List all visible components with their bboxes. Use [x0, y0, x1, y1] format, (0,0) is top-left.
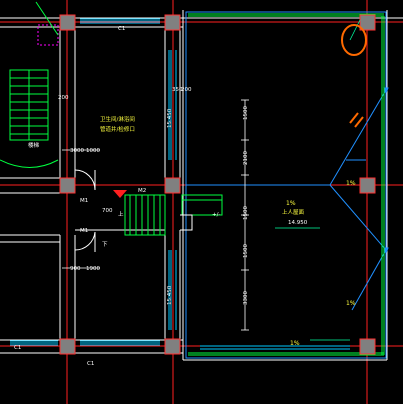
window-tag-bottom-left: C1	[14, 345, 21, 351]
door-tag-b: M1	[80, 228, 88, 234]
column-b2	[164, 177, 181, 194]
column-b1	[164, 14, 181, 31]
room-a-line1: 卫生间/淋浴间	[100, 115, 135, 123]
dim-e: 200	[181, 87, 192, 93]
cross-mark: +/-	[212, 212, 220, 218]
window-tag-top: C1	[118, 26, 125, 32]
dim-l: 1500	[243, 244, 249, 258]
dim-i: 2100	[243, 151, 249, 165]
floor-label: 楼梯	[28, 141, 40, 149]
column-b3	[164, 338, 181, 355]
dim-d: 200	[58, 95, 69, 101]
roof-slope-label: 1%	[286, 200, 296, 207]
door-tag-c: M2	[138, 188, 146, 194]
column-a3	[59, 338, 76, 355]
slope-mark-bot: 1%	[346, 300, 356, 307]
slope-mark-top: 1%	[346, 180, 356, 187]
room-tag-mid: 15.450	[167, 285, 173, 305]
stair-down: 下	[102, 241, 108, 248]
dim-c: 700	[102, 208, 113, 214]
door-tag-a: M1	[80, 198, 88, 204]
slope-mark-mid: 1%	[290, 340, 300, 347]
room-a-line2: 管道井/检修口	[100, 125, 135, 133]
dim-k: 1900	[86, 266, 100, 272]
dim-b: 1000	[86, 148, 100, 154]
dim-g: 900	[70, 266, 81, 272]
room-tag-top: 15.450	[167, 108, 173, 128]
dim-j: 1500	[243, 206, 249, 220]
stair-up: 上	[118, 210, 124, 218]
roof-elevation: 14.950	[288, 220, 308, 226]
cad-drawing-canvas: 卫生间/淋浴间 管道井/检修口 1% 上人屋面 14.950 C1 C1 C1 …	[0, 0, 403, 404]
dim-h: 1500	[243, 106, 249, 120]
roof-area-label: 上人屋面	[282, 208, 305, 216]
window-tag-bottom-mid: C1	[87, 361, 94, 367]
dim-f: 350	[172, 87, 183, 93]
dim-a: 3000	[70, 148, 84, 154]
column-c2	[359, 177, 376, 194]
column-c3	[359, 338, 376, 355]
column-a2	[59, 177, 76, 194]
dim-m: 3300	[243, 291, 249, 305]
column-a1	[59, 14, 76, 31]
